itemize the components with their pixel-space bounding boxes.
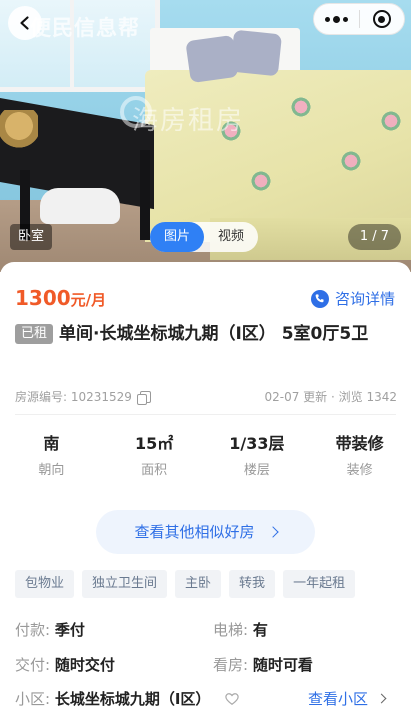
listing-stats: 02-07 更新 · 浏览 1342 (264, 388, 397, 405)
fact-value: 15㎡ (134, 434, 174, 453)
view-similar-label: 查看其他相似好房 (134, 523, 255, 541)
price-value: 1300 (15, 286, 71, 310)
media-switch: 图片 视频 (150, 222, 259, 252)
listing-card: 1300元/月 咨询详情 已租 单间·长城坐标城九期（I区） 5室0厅5卫 房源编… (0, 262, 411, 720)
room-label: 卧室 (10, 224, 53, 250)
listing-title: 单间·长城坐标城九期（I区） 5室0厅5卫 (59, 324, 369, 344)
viewing-label: 看房: (213, 656, 249, 674)
fact-value: 南 (43, 434, 60, 453)
fact-floor: 1/33层 楼层 (206, 432, 309, 478)
price: 1300元/月 (15, 286, 106, 310)
feature-tag: 独立卫生间 (82, 570, 168, 598)
fact-decoration: 带装修 装修 (308, 432, 411, 478)
photo-bed (145, 70, 411, 242)
dot-icon (325, 16, 330, 22)
close-mini-program-button[interactable] (360, 3, 404, 35)
separator-dot: · (331, 390, 339, 404)
community-row: 小区: 长城坐标城九期（I区） 查看小区 (15, 688, 397, 709)
status-badge: 已租 (15, 324, 54, 344)
updated-date: 02-07 更新 (264, 390, 328, 404)
tab-videos[interactable]: 视频 (204, 222, 258, 252)
photo-plant (0, 110, 38, 150)
elevator-label: 电梯: (213, 621, 249, 639)
viewing-detail: 看房: 随时可看 (213, 654, 313, 675)
community-label: 小区: (15, 690, 51, 708)
payment-value: 季付 (54, 621, 85, 639)
delivery-label: 交付: (15, 656, 51, 674)
photo-flower (380, 110, 402, 132)
feature-tag: 一年起租 (283, 570, 356, 598)
delivery-value: 随时交付 (54, 656, 115, 674)
fact-key: 面积 (141, 463, 168, 478)
more-menu-button[interactable] (314, 3, 359, 35)
fact-key: 楼层 (243, 463, 270, 478)
photo-flower (340, 150, 362, 172)
fact-area: 15㎡ 面积 (103, 432, 206, 478)
listing-meta: 房源编号: 10231529 02-07 更新 · 浏览 1342 (15, 388, 397, 405)
photo-flower (250, 170, 272, 192)
view-similar-button[interactable]: 查看其他相似好房 (96, 510, 315, 554)
close-target-icon (372, 10, 391, 28)
chevron-right-icon (376, 693, 387, 704)
elevator-detail: 电梯: 有 (213, 619, 268, 640)
heart-icon[interactable] (225, 692, 239, 706)
feature-tag: 转我 (229, 570, 276, 598)
fact-value: 1/33层 (229, 434, 285, 453)
photo-counter: 1 / 7 (347, 224, 401, 250)
payment-detail: 付款: 季付 (15, 619, 85, 640)
listing-id: 房源编号: 10231529 (15, 390, 132, 404)
feature-tag: 包物业 (15, 570, 75, 598)
community-name: 长城坐标城九期（I区） (54, 690, 211, 708)
payment-label: 付款: (15, 621, 51, 639)
view-community-link[interactable]: 查看小区 (307, 688, 387, 709)
dot-icon (333, 15, 340, 23)
price-unit: 元/月 (70, 291, 107, 309)
chevron-left-icon (20, 16, 29, 30)
listing-title-row: 已租 单间·长城坐标城九期（I区） 5室0厅5卫 (15, 320, 399, 348)
elevator-value: 有 (252, 621, 268, 639)
dot-icon (343, 16, 348, 22)
app-title: 便民信息帮 (30, 16, 140, 40)
phone-icon (310, 289, 329, 308)
photo-pillow (229, 29, 283, 77)
key-facts: 南 朝向 15㎡ 面积 1/33层 楼层 带装修 装修 (0, 432, 411, 478)
photo-desk-leg (140, 150, 150, 240)
mini-program-capsule (313, 3, 405, 35)
fact-key: 朝向 (38, 463, 65, 478)
listing-photo[interactable]: 海房租房 便民信息帮 卧室 图片 视频 1 / 7 (0, 0, 411, 272)
view-count: 浏览 1342 (338, 390, 397, 404)
divider (15, 414, 396, 415)
copy-icon[interactable] (136, 391, 151, 405)
chevron-right-icon (266, 526, 279, 538)
viewing-value: 随时可看 (252, 656, 313, 674)
tab-photos[interactable]: 图片 (150, 222, 205, 252)
fact-value: 带装修 (335, 434, 384, 453)
photo-flower (290, 96, 312, 118)
feature-tag: 主卧 (175, 570, 222, 598)
delivery-detail: 交付: 随时交付 (15, 654, 115, 675)
consult-button[interactable]: 咨询详情 (310, 288, 395, 309)
fact-key: 装修 (346, 463, 373, 478)
feature-tags: 包物业 独立卫生间 主卧 转我 一年起租 (15, 570, 356, 598)
watermark: 海房租房 (132, 106, 245, 136)
consult-label: 咨询详情 (334, 290, 395, 308)
fact-orientation: 南 朝向 (0, 432, 103, 478)
photo-chair (40, 188, 120, 224)
back-button[interactable] (8, 6, 42, 40)
view-community-label: 查看小区 (307, 690, 368, 708)
